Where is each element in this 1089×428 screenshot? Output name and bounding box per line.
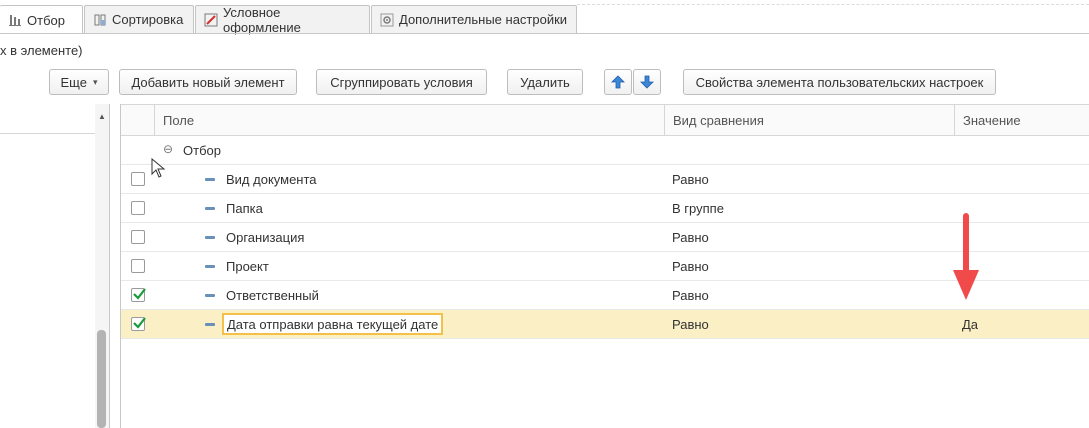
- row-comparison[interactable]: Равно: [672, 281, 709, 309]
- element-properties-button[interactable]: Свойства элемента пользовательских настр…: [683, 69, 996, 95]
- conditional-format-icon: [204, 13, 218, 26]
- table-row[interactable]: Вид документа Равно: [121, 165, 1089, 194]
- left-tree-panel: ▲: [0, 104, 110, 428]
- move-up-button[interactable]: [604, 69, 632, 95]
- row-checkbox-checked[interactable]: [131, 317, 146, 331]
- arrow-up-icon: [611, 75, 625, 89]
- row-checkbox[interactable]: [131, 230, 145, 244]
- tab-bar-divider: [577, 4, 1089, 5]
- chevron-down-icon: ▾: [92, 76, 98, 87]
- tab-label: Сортировка: [112, 12, 184, 27]
- more-button-label: Еще: [60, 74, 87, 90]
- column-header-value[interactable]: Значение: [954, 105, 1089, 135]
- field-item-icon: [205, 236, 215, 239]
- tab-bar-line: [0, 33, 1089, 34]
- table-row[interactable]: Ответственный Равно: [121, 281, 1089, 310]
- row-field: Проект: [226, 258, 269, 274]
- filter-icon: [9, 15, 21, 26]
- move-down-button[interactable]: [633, 69, 661, 95]
- arrow-down-icon: [640, 75, 654, 89]
- field-edit-box[interactable]: Дата отправки равна текущей дате: [222, 313, 444, 335]
- table-row-selected[interactable]: Дата отправки равна текущей дате Равно Д…: [121, 310, 1089, 339]
- mouse-cursor-icon: [151, 158, 166, 178]
- more-button[interactable]: Еще ▾: [49, 69, 109, 95]
- hint-text: х в элементе): [0, 43, 83, 58]
- column-header-field[interactable]: Поле: [154, 105, 664, 135]
- checkmark-icon: [133, 288, 146, 300]
- group-label: Отбор: [183, 142, 221, 158]
- row-checkbox-checked[interactable]: [131, 288, 146, 302]
- settings-icon: [380, 13, 394, 26]
- tab-conditional-format[interactable]: Условное оформление: [195, 4, 370, 35]
- table-row[interactable]: Организация Равно: [121, 223, 1089, 252]
- delete-button[interactable]: Удалить: [507, 69, 583, 95]
- left-panel-scrollbar[interactable]: ▲: [95, 104, 109, 428]
- field-item-icon: [205, 294, 215, 297]
- row-field: Ответственный: [226, 287, 319, 303]
- table-header: Поле Вид сравнения Значение: [121, 104, 1089, 136]
- filter-table: Поле Вид сравнения Значение ⊖ Отбор Вид …: [120, 104, 1089, 428]
- row-field: Папка: [226, 200, 263, 216]
- tab-sort[interactable]: Сортировка: [84, 5, 194, 33]
- sort-icon: [94, 14, 106, 25]
- row-comparison[interactable]: В группе: [672, 194, 724, 222]
- annotation-arrow-icon: [953, 213, 979, 300]
- row-comparison[interactable]: Равно: [672, 165, 709, 193]
- row-field-editor[interactable]: Дата отправки равна текущей дате: [222, 310, 444, 338]
- table-row[interactable]: Проект Равно: [121, 252, 1089, 281]
- field-item-icon: [205, 207, 215, 210]
- scroll-up-icon[interactable]: ▲: [98, 112, 106, 121]
- row-value[interactable]: Да: [962, 310, 978, 338]
- collapse-icon[interactable]: ⊖: [163, 142, 173, 156]
- tab-label: Отбор: [27, 12, 65, 28]
- field-item-icon: [205, 178, 215, 181]
- row-comparison[interactable]: Равно: [672, 223, 709, 251]
- group-conditions-button[interactable]: Сгруппировать условия: [316, 69, 487, 95]
- row-comparison[interactable]: Равно: [672, 310, 709, 338]
- row-checkbox[interactable]: [131, 201, 145, 215]
- tab-label: Условное оформление: [223, 4, 301, 35]
- left-panel-header: [0, 104, 95, 134]
- tab-bar: Отбор Сортировка Условное оформление Доп…: [0, 0, 1089, 35]
- row-checkbox[interactable]: [131, 259, 145, 273]
- column-header-comparison[interactable]: Вид сравнения: [664, 105, 954, 135]
- table-row-group[interactable]: ⊖ Отбор: [121, 136, 1089, 165]
- row-field: Организация: [226, 229, 305, 245]
- table-row[interactable]: Папка В группе: [121, 194, 1089, 223]
- tab-filter[interactable]: Отбор: [0, 5, 83, 34]
- add-element-button[interactable]: Добавить новый элемент: [119, 69, 297, 95]
- row-field: Вид документа: [226, 171, 317, 187]
- checkmark-icon: [133, 317, 146, 329]
- tab-label: Дополнительные настройки: [399, 12, 568, 27]
- field-item-icon: [205, 323, 215, 326]
- scrollbar-thumb[interactable]: [97, 330, 106, 428]
- field-item-icon: [205, 265, 215, 268]
- row-comparison[interactable]: Равно: [672, 252, 709, 280]
- row-checkbox[interactable]: [131, 172, 145, 186]
- tab-additional-settings[interactable]: Дополнительные настройки: [371, 5, 577, 33]
